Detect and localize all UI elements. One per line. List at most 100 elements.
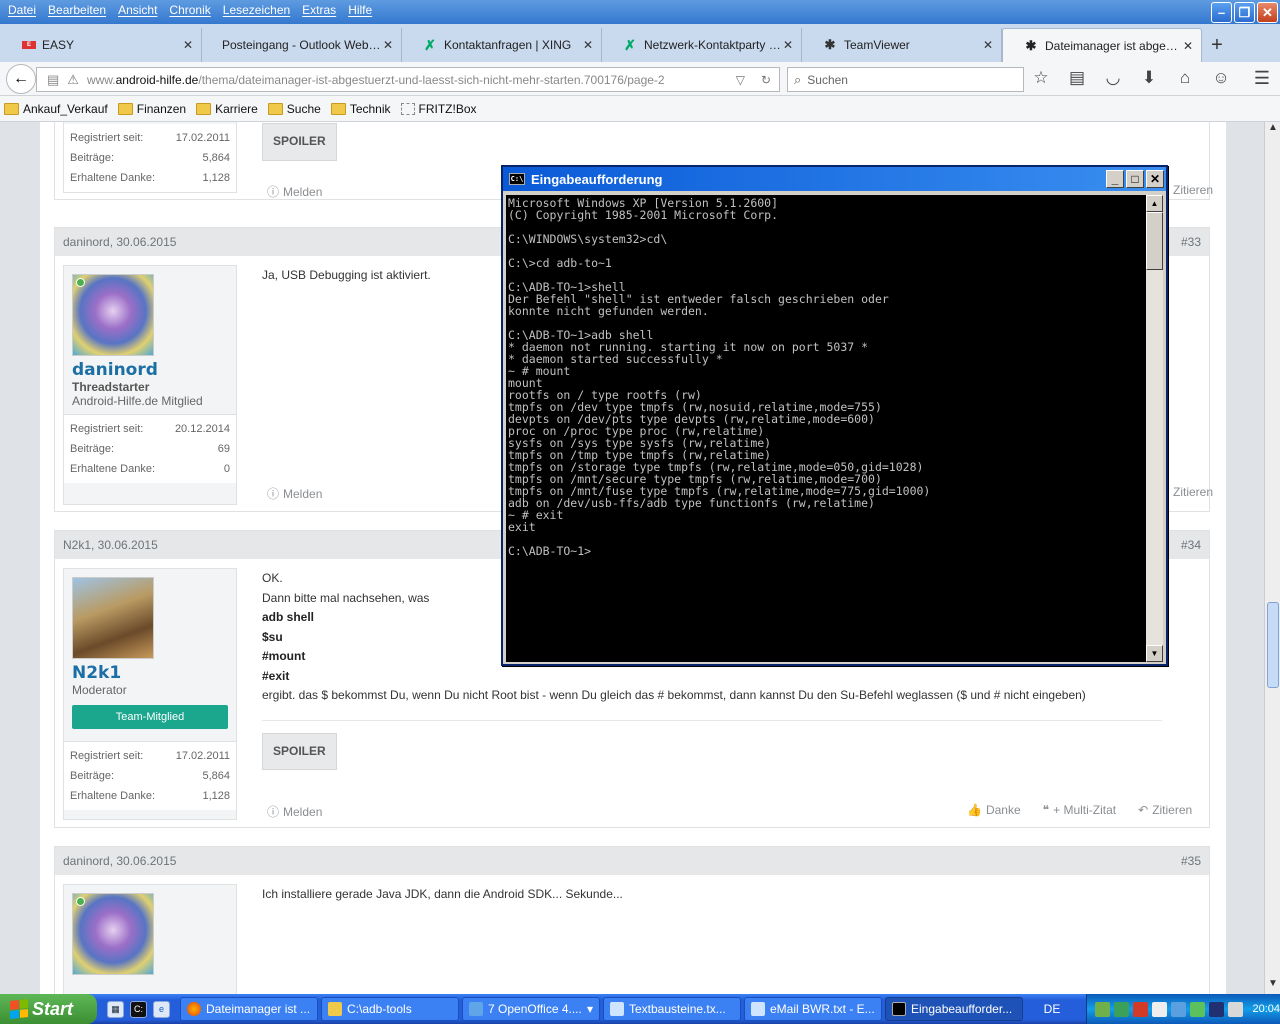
taskbar-item-textbausteine[interactable]: Textbausteine.tx... <box>603 997 741 1021</box>
quote-link[interactable]: Zitieren <box>1173 485 1213 499</box>
group-arrow-icon: ▾ <box>586 1002 593 1016</box>
close-tab-icon[interactable]: ✕ <box>781 38 795 52</box>
network-icon[interactable] <box>1095 1001 1110 1017</box>
show-desktop-icon[interactable]: ▦ <box>107 1000 124 1018</box>
command-prompt-window[interactable]: C:\ Eingabeaufforderung _ □ ✕ Microsoft … <box>501 165 1168 666</box>
taskbar-item-cmd[interactable]: Eingabeaufforder... <box>885 997 1023 1021</box>
console-icon[interactable]: C: <box>130 1000 147 1018</box>
scroll-down-icon[interactable]: ▼ <box>1146 645 1163 662</box>
cmd-titlebar[interactable]: C:\ Eingabeaufforderung _ □ ✕ <box>503 167 1166 191</box>
close-window-button[interactable]: ✕ <box>1257 2 1278 23</box>
taskbar-item-explorer[interactable]: C:\adb-tools <box>321 997 459 1021</box>
bookmark-folder[interactable]: Finanzen <box>117 102 186 116</box>
post-number[interactable]: #34 <box>1181 538 1201 552</box>
quote-link[interactable]: Zitieren <box>1173 183 1213 197</box>
volume-icon[interactable] <box>1227 1001 1243 1017</box>
zip-icon[interactable] <box>1151 1001 1167 1017</box>
bookmark-folder[interactable]: Suche <box>267 102 321 116</box>
report-link[interactable]: ⓘ Melden <box>267 485 322 502</box>
taskbar-label: eMail BWR.txt - E... <box>770 1002 875 1016</box>
close-tab-icon[interactable]: ✕ <box>981 38 995 52</box>
search-box[interactable]: ⌕ Suchen <box>787 67 1024 92</box>
clock[interactable]: 20:04 <box>1253 1003 1280 1015</box>
multiquote-link[interactable]: ❝ + Multi-Zitat <box>1043 803 1116 817</box>
scroll-up-icon[interactable]: ▲ <box>1146 195 1163 212</box>
avatar[interactable] <box>72 893 154 975</box>
bookmark-folder[interactable]: Karriere <box>196 102 258 116</box>
close-tab-icon[interactable]: ✕ <box>181 38 195 52</box>
username[interactable]: N2k1 <box>64 659 236 683</box>
address-bar[interactable]: ▤ ⚠ www.android-hilfe.de/thema/dateimana… <box>36 67 780 92</box>
menu-hamburger-icon[interactable]: ☰ <box>1254 68 1270 89</box>
restore-button[interactable]: ❐ <box>1234 2 1255 23</box>
avatar[interactable] <box>72 577 154 659</box>
menu-extras[interactable]: Extras <box>296 0 342 20</box>
registered-label: Registriert seit: <box>70 423 144 435</box>
tab-outlook[interactable]: Posteingang - Outlook Web Acce... ✕ <box>202 28 402 62</box>
bookmark-fritzbox[interactable]: FRITZ!Box <box>400 102 477 116</box>
antivirus-icon[interactable] <box>1132 1001 1148 1017</box>
report-link[interactable]: ⓘ Melden <box>267 803 322 820</box>
taskbar-item-email-bwr[interactable]: eMail BWR.txt - E... <box>744 997 882 1021</box>
site-info-icons[interactable]: ▤ ⚠ <box>37 72 87 88</box>
username[interactable]: daninord <box>64 356 236 380</box>
taskbar-item-firefox[interactable]: Dateimanager ist ... <box>180 997 318 1021</box>
menu-chronik[interactable]: Chronik <box>163 0 216 20</box>
tab-xing-party[interactable]: ✗ Netzwerk-Kontaktparty am ... ✕ <box>602 28 802 62</box>
search-icon: ⌕ <box>794 71 802 87</box>
media-icon[interactable] <box>1208 1001 1224 1017</box>
avatar[interactable] <box>72 274 154 356</box>
cmd-close-button[interactable]: ✕ <box>1146 170 1164 188</box>
dropdown-arrow-icon[interactable]: ▽ <box>728 73 753 87</box>
security-icon[interactable] <box>1189 1001 1205 1017</box>
home-icon[interactable]: ⌂ <box>1174 68 1196 88</box>
scroll-thumb[interactable] <box>1267 602 1279 688</box>
spoiler-button[interactable]: SPOILER <box>262 732 337 770</box>
console-output[interactable]: Microsoft Windows XP [Version 5.1.2600] … <box>506 195 1147 662</box>
reload-icon[interactable]: ↻ <box>753 73 779 87</box>
spoiler-button[interactable]: SPOILER <box>262 123 337 161</box>
menu-hilfe[interactable]: Hilfe <box>342 0 378 20</box>
back-button[interactable]: ← <box>6 64 36 94</box>
bookmark-folder[interactable]: Technik <box>330 102 391 116</box>
bookmark-star-icon[interactable]: ☆ <box>1030 68 1052 88</box>
new-tab-button[interactable]: + <box>1202 28 1232 62</box>
scroll-up-icon[interactable]: ▲ <box>1265 122 1280 138</box>
bookmark-folder[interactable]: Ankauf_Verkauf <box>4 102 108 116</box>
ccleaner-icon[interactable] <box>1170 1001 1186 1017</box>
language-indicator[interactable]: DE <box>1032 994 1072 1024</box>
menu-bearbeiten[interactable]: Bearbeiten <box>42 0 112 20</box>
post-number[interactable]: #35 <box>1181 854 1201 868</box>
hello-icon[interactable]: ☺ <box>1210 68 1232 88</box>
thanks-link[interactable]: 👍 Danke <box>967 803 1021 817</box>
close-tab-icon[interactable]: ✕ <box>1181 39 1195 53</box>
pocket-icon[interactable]: ◡ <box>1102 68 1124 88</box>
downloads-icon[interactable]: ⬇ <box>1138 68 1160 88</box>
menu-datei[interactable]: Datei <box>2 0 42 20</box>
start-button[interactable]: Start <box>0 994 97 1024</box>
tab-xing-contacts[interactable]: ✗ Kontaktanfragen | XING ✕ <box>402 28 602 62</box>
tab-easy[interactable]: E EASY ✕ <box>2 28 202 62</box>
cmd-scrollbar[interactable]: ▲ ▼ <box>1146 195 1163 662</box>
quote-link[interactable]: ↶ Zitieren <box>1138 803 1192 817</box>
scroll-down-icon[interactable]: ▼ <box>1265 978 1280 994</box>
cmd-maximize-button[interactable]: □ <box>1126 170 1144 188</box>
url-text[interactable]: www.android-hilfe.de/thema/dateimanager-… <box>87 73 728 87</box>
menu-lesezeichen[interactable]: Lesezeichen <box>217 0 296 20</box>
cmd-minimize-button[interactable]: _ <box>1106 170 1124 188</box>
minimize-button[interactable]: – <box>1211 2 1232 23</box>
internet-explorer-icon[interactable]: e <box>153 1000 170 1018</box>
menu-ansicht[interactable]: Ansicht <box>112 0 163 20</box>
post-number[interactable]: #33 <box>1181 235 1201 249</box>
page-scrollbar[interactable]: ▲ ▼ <box>1264 122 1280 994</box>
recycle-icon[interactable] <box>1113 1001 1129 1017</box>
tab-dateimanager[interactable]: ✱ Dateimanager ist abgestürz... ✕ <box>1002 28 1202 62</box>
close-tab-icon[interactable]: ✕ <box>581 38 595 52</box>
close-tab-icon[interactable]: ✕ <box>381 38 395 52</box>
report-link[interactable]: ⓘ Melden <box>267 183 322 200</box>
scroll-thumb[interactable] <box>1146 212 1163 270</box>
reading-list-icon[interactable]: ▤ <box>1066 68 1088 88</box>
tab-teamviewer[interactable]: ✱ TeamViewer ✕ <box>802 28 1002 62</box>
thumbs-up-icon: 👍 <box>967 803 982 817</box>
taskbar-item-openoffice[interactable]: 7 OpenOffice 4.... ▾ <box>462 997 600 1021</box>
